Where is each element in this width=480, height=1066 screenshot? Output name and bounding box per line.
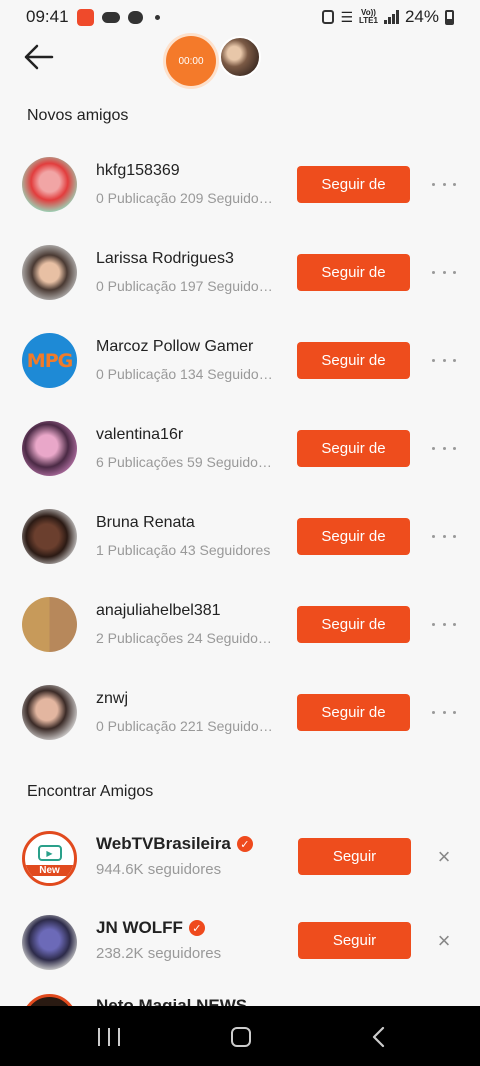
status-bar: 09:41 ☰ Vo)) LTE1 24% [0, 0, 480, 34]
friend-meta: 0 Publicação 209 Seguidores [96, 190, 276, 206]
avatar [22, 915, 77, 970]
suggested-name-text: WebTVBrasileira [96, 834, 231, 853]
signal-icon [383, 10, 399, 24]
friend-name: Bruna Renata [96, 514, 195, 531]
avatar [22, 245, 77, 300]
follow-back-button[interactable]: Seguir de [297, 342, 410, 379]
suggested-name: WebTVBrasileira ✓ [96, 834, 253, 854]
avatar [22, 421, 77, 476]
avatar-mpg-logo: MPG [26, 349, 73, 372]
lte-icon: Vo)) LTE1 [359, 9, 378, 25]
battery-icon [445, 9, 454, 25]
more-options-icon[interactable] [432, 615, 456, 633]
status-right: ☰ Vo)) LTE1 24% [322, 7, 454, 27]
avatar: ▶ New [22, 831, 77, 886]
app-notification-icon [76, 8, 94, 26]
more-options-icon[interactable] [432, 527, 456, 545]
friend-row[interactable]: Larissa Rodrigues3 0 Publicação 197 Segu… [0, 245, 480, 333]
follow-back-button[interactable]: Seguir de [297, 166, 410, 203]
friend-row[interactable]: MPG Marcoz Pollow Gamer 0 Publicação 134… [0, 333, 480, 421]
friend-meta: 0 Publicação 134 Seguidores [96, 366, 276, 382]
status-time: 09:41 [26, 7, 69, 26]
avatar: MPG [22, 333, 77, 388]
more-options-icon[interactable] [432, 263, 456, 281]
verified-icon: ✓ [236, 836, 253, 852]
avatar [22, 509, 77, 564]
follow-back-button[interactable]: Seguir de [297, 254, 410, 291]
verified-icon: ✓ [188, 920, 205, 936]
follow-button[interactable]: Seguir [298, 838, 411, 875]
more-options-icon[interactable] [432, 175, 456, 193]
follow-back-button[interactable]: Seguir de [297, 518, 410, 555]
suggested-row[interactable]: JN WOLFF ✓ 238.2K seguidores Seguir × [0, 915, 480, 1003]
more-options-icon[interactable] [432, 439, 456, 457]
suggested-followers: 238.2K seguidores [96, 945, 222, 962]
friend-meta: 0 Publicação 221 Seguidores [96, 718, 276, 734]
call-participant-avatar[interactable] [219, 36, 261, 78]
friend-name: anajuliahelbel381 [96, 602, 221, 619]
more-options-icon[interactable] [432, 703, 456, 721]
avatar [22, 597, 77, 652]
chat-icon [127, 10, 143, 24]
friend-meta: 6 Publicações 59 Seguidores [96, 454, 276, 470]
system-navigation-bar [0, 1006, 480, 1066]
alarm-icon [322, 10, 335, 24]
friend-meta: 2 Publicações 24 Seguidores [96, 630, 276, 646]
friend-name: valentina16r [96, 426, 184, 443]
section-title-new-friends: Novos amigos [27, 107, 129, 124]
friend-row[interactable]: valentina16r 6 Publicações 59 Seguidores… [0, 421, 480, 509]
suggested-row[interactable]: ▶ New WebTVBrasileira ✓ 944.6K seguidore… [0, 831, 480, 919]
home-icon[interactable] [231, 1027, 251, 1047]
recent-apps-icon[interactable] [98, 1028, 120, 1046]
play-icon: ▶ [37, 845, 62, 861]
dismiss-icon[interactable]: × [434, 846, 454, 868]
friend-row[interactable]: Bruna Renata 1 Publicação 43 Seguidores … [0, 509, 480, 597]
avatar [22, 685, 77, 740]
section-title-find-friends: Encontrar Amigos [27, 783, 154, 800]
suggested-name-text: JN WOLFF [96, 918, 183, 937]
call-timer-bubble[interactable]: 00:00 [166, 36, 216, 86]
nav-back-icon[interactable] [370, 1025, 386, 1049]
friend-meta: 0 Publicação 197 Seguidores [96, 278, 276, 294]
friend-meta: 1 Publicação 43 Seguidores [96, 542, 271, 558]
follow-back-button[interactable]: Seguir de [297, 606, 410, 643]
avatar [22, 157, 77, 212]
cloud-icon [101, 11, 120, 23]
friend-name: hkfg158369 [96, 162, 180, 179]
suggested-followers: 944.6K seguidores [96, 861, 222, 878]
friend-name: Larissa Rodrigues3 [96, 250, 234, 267]
follow-button[interactable]: Seguir [298, 922, 411, 959]
friend-row[interactable]: anajuliahelbel381 2 Publicações 24 Segui… [0, 597, 480, 685]
friend-row[interactable]: znwj 0 Publicação 221 Seguidores Seguir … [0, 685, 480, 773]
friend-row[interactable]: hkfg158369 0 Publicação 209 Seguidores S… [0, 157, 480, 245]
wifi-icon: ☰ [340, 8, 353, 25]
friend-name: Marcoz Pollow Gamer [96, 338, 254, 355]
follow-back-button[interactable]: Seguir de [297, 694, 410, 731]
suggested-name: JN WOLFF ✓ [96, 918, 205, 938]
lte-bottom-label: LTE1 [359, 16, 378, 25]
back-arrow-icon[interactable] [22, 42, 56, 72]
status-left: 09:41 [26, 7, 160, 27]
more-options-icon[interactable] [432, 351, 456, 369]
header: 00:00 [0, 34, 480, 90]
dismiss-icon[interactable]: × [434, 930, 454, 952]
new-badge: New [25, 865, 74, 876]
more-notifications-dot-icon [154, 14, 160, 20]
follow-back-button[interactable]: Seguir de [297, 430, 410, 467]
friend-name: znwj [96, 690, 129, 707]
battery-percent: 24% [404, 7, 439, 26]
